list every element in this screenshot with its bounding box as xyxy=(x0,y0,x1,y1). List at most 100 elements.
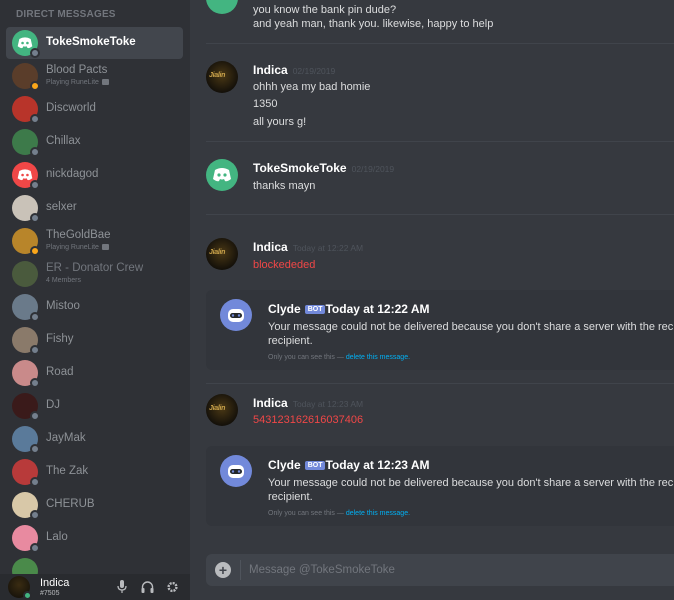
dm-item[interactable]: selxer xyxy=(6,191,183,224)
message-timestamp: 02/19/2019 xyxy=(351,164,395,174)
dm-item[interactable]: DJ xyxy=(6,389,183,422)
dm-name: Chillax xyxy=(46,134,81,147)
indica-avatar[interactable]: Jialin xyxy=(206,394,238,426)
message-author[interactable]: TokeSmokeToke 02/19/2019 xyxy=(253,161,394,175)
message-text: all yours g! xyxy=(253,116,307,128)
dm-text: Lalo xyxy=(46,530,68,544)
avatar xyxy=(12,227,40,256)
status-indicator xyxy=(30,410,40,421)
dm-item[interactable]: ER - Donator Crew 4 Members xyxy=(6,257,183,290)
dm-name: Fishy xyxy=(46,332,74,345)
discord-avatar[interactable] xyxy=(206,0,238,14)
dm-name: TokeSmokeToke xyxy=(46,36,136,49)
indica-avatar[interactable]: Jialin xyxy=(206,61,238,93)
avatar xyxy=(12,425,40,454)
message-timestamp: Today at 12:22 AM xyxy=(325,302,430,316)
status-indicator xyxy=(30,80,40,91)
avatar xyxy=(12,260,38,287)
dm-name: TheGoldBae xyxy=(46,228,111,241)
status-indicator xyxy=(30,179,40,190)
dm-name: Road xyxy=(46,365,74,378)
dm-text: Chillax xyxy=(46,134,81,148)
user-name: Indica xyxy=(40,576,70,589)
dm-text: Road xyxy=(46,365,74,379)
dm-text: Blood Pacts Playing RuneLite xyxy=(46,64,109,86)
dm-name: DJ xyxy=(46,398,61,411)
message-author[interactable]: Indica Today at 12:22 AM xyxy=(253,240,363,254)
robot-icon xyxy=(228,465,244,478)
dm-name: Discworld xyxy=(46,101,96,114)
dm-text: nickdagod xyxy=(46,168,98,181)
dm-text: ER - Donator Crew 4 Members xyxy=(46,262,143,284)
message-author[interactable]: Indica 02/19/2019 xyxy=(253,63,335,77)
dm-text: The Zak xyxy=(46,464,89,478)
message-timestamp: Today at 12:23 AM xyxy=(325,458,430,472)
microphone-icon[interactable] xyxy=(116,580,128,594)
avatar xyxy=(12,128,40,157)
dm-text: CHERUB xyxy=(46,498,95,511)
ephemeral-note: Only you can see this — delete this mess… xyxy=(268,354,411,361)
dm-subtext: Playing RuneLite xyxy=(46,244,111,251)
dm-item[interactable]: JayMak xyxy=(6,422,183,455)
message-input[interactable] xyxy=(249,561,659,579)
dm-text: selxer xyxy=(46,201,77,214)
clyde-avatar[interactable] xyxy=(220,299,252,331)
dm-item[interactable]: Fishy xyxy=(6,323,183,356)
dm-item[interactable]: Road xyxy=(6,356,183,389)
message-timestamp: 02/19/2019 xyxy=(292,66,336,76)
headphones-icon[interactable] xyxy=(141,580,154,594)
rich-presence-icon xyxy=(101,79,109,86)
gear-icon[interactable] xyxy=(166,580,178,594)
dm-text: TokeSmokeToke xyxy=(46,37,136,49)
dm-item[interactable]: Lalo xyxy=(6,521,183,554)
avatar xyxy=(12,392,40,421)
status-indicator xyxy=(30,542,40,553)
dm-name: Mistoo xyxy=(46,299,80,312)
rich-presence-icon xyxy=(101,244,109,251)
ephemeral-note: Only you can see this — delete this mess… xyxy=(268,510,411,517)
status-indicator xyxy=(30,245,40,256)
user-panel: Indica #7505 xyxy=(0,574,190,600)
message-author[interactable]: Clyde BOT Today at 12:22 AM xyxy=(268,302,430,316)
input-separator xyxy=(240,560,241,580)
status-indicator xyxy=(23,591,32,600)
user-avatar[interactable] xyxy=(8,576,32,600)
avatar xyxy=(12,62,40,91)
avatar xyxy=(12,30,40,58)
robot-icon xyxy=(228,309,244,322)
indica-avatar[interactable]: Jialin xyxy=(206,238,238,270)
delete-message-link[interactable]: delete this message. xyxy=(346,510,410,517)
discord-avatar[interactable] xyxy=(206,159,238,191)
discord-logo-icon xyxy=(213,168,231,182)
dm-item[interactable]: CHERUB xyxy=(6,488,183,521)
message-divider xyxy=(206,43,674,44)
delete-message-link[interactable]: delete this message. xyxy=(346,354,410,361)
dm-text: Discworld xyxy=(46,101,96,115)
clyde-message: Clyde BOT Today at 12:22 AM Your message c… xyxy=(206,290,674,370)
clyde-avatar[interactable] xyxy=(220,455,252,487)
avatar xyxy=(12,194,40,223)
dm-item[interactable]: Mistoo xyxy=(6,290,183,323)
status-indicator xyxy=(30,344,40,355)
message-text: and yeah man, thank you. likewise, happy… xyxy=(253,18,494,30)
dm-item[interactable]: Chillax xyxy=(6,125,183,158)
dm-item[interactable]: Discworld xyxy=(6,92,183,125)
dm-item[interactable]: TokeSmokeToke xyxy=(6,27,183,59)
status-indicator xyxy=(30,146,40,157)
dm-name: The Zak xyxy=(46,464,89,477)
status-indicator xyxy=(30,113,40,124)
user-info: Indica #7505 xyxy=(40,576,70,597)
plus-circle-icon[interactable]: + xyxy=(215,562,231,578)
dm-item[interactable]: nickdagod xyxy=(6,158,183,191)
message-text: 1350 xyxy=(253,98,278,110)
status-indicator xyxy=(30,311,40,322)
dm-item[interactable]: Blood Pacts Playing RuneLite xyxy=(6,59,183,92)
avatar xyxy=(12,359,40,388)
bot-tag: BOT xyxy=(304,461,326,470)
dm-item[interactable]: TheGoldBae Playing RuneLite xyxy=(6,224,183,257)
dm-subtext: Playing RuneLite xyxy=(46,79,109,86)
dm-name: Lalo xyxy=(46,530,68,543)
dm-item[interactable]: The Zak xyxy=(6,455,183,488)
message-author[interactable]: Clyde BOT Today at 12:23 AM xyxy=(268,458,430,472)
message-author[interactable]: Indica Today at 12:23 AM xyxy=(253,396,363,410)
